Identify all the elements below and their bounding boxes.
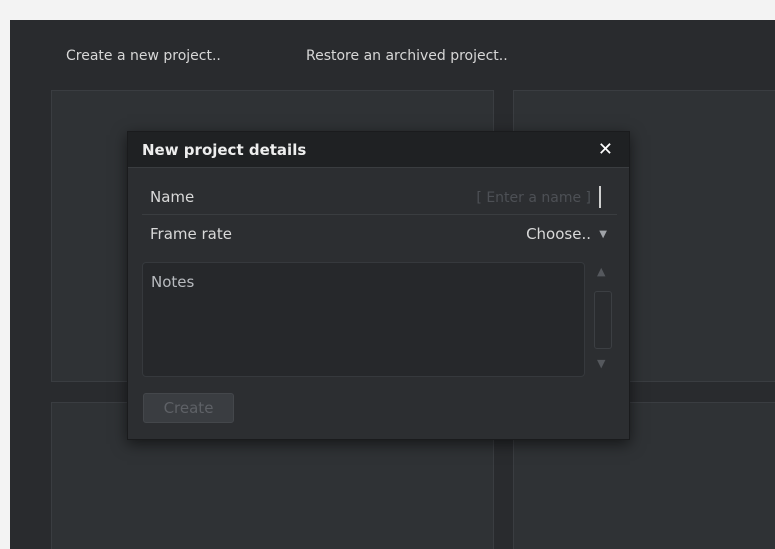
notes-textarea[interactable] xyxy=(143,263,584,376)
scroll-up-icon[interactable]: ▲ xyxy=(597,265,605,278)
app-window: Create a new project.. Restore an archiv… xyxy=(10,20,775,549)
frame-rate-label: Frame rate xyxy=(150,225,232,243)
restore-project-link[interactable]: Restore an archived project.. xyxy=(306,48,508,64)
name-input[interactable] xyxy=(429,186,593,210)
name-row: Name xyxy=(142,184,617,215)
frame-rate-dropdown[interactable]: Choose.. xyxy=(526,225,591,243)
frame-rate-row: Frame rate Choose.. ▼ xyxy=(142,221,617,251)
create-button[interactable]: Create xyxy=(143,393,234,423)
name-label: Name xyxy=(150,188,195,206)
new-project-dialog: New project details ✕ Name Frame rate Ch… xyxy=(127,131,630,440)
dialog-title: New project details xyxy=(142,141,307,159)
text-caret xyxy=(599,186,601,208)
notes-container xyxy=(142,262,585,377)
close-icon[interactable]: ✕ xyxy=(598,139,613,160)
chevron-down-icon[interactable]: ▼ xyxy=(599,229,607,240)
scroll-thumb[interactable] xyxy=(594,291,612,349)
scroll-down-icon[interactable]: ▼ xyxy=(597,357,605,370)
notes-scrollbar[interactable]: ▲ ▼ xyxy=(591,265,615,377)
create-project-link[interactable]: Create a new project.. xyxy=(66,48,221,64)
dialog-header: New project details ✕ xyxy=(128,132,629,168)
